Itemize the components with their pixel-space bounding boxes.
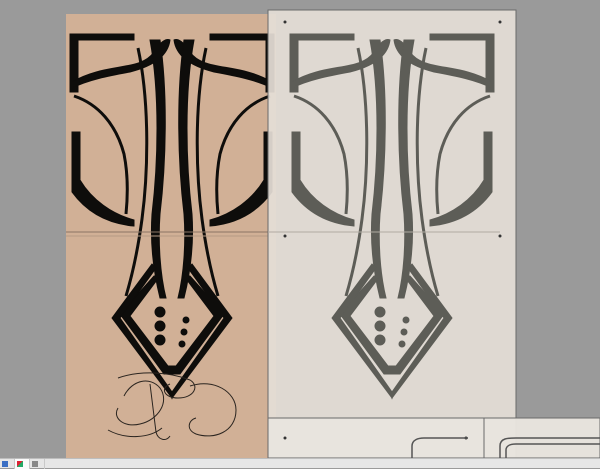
window-icon [32,460,38,467]
monogram-outline [107,372,237,440]
taskbar-item[interactable] [30,458,45,469]
taskbar-item[interactable] [15,458,30,469]
document-icon [17,460,23,467]
taskbar [0,458,600,469]
canvas-workspace[interactable] [0,0,600,458]
app-icon [2,460,8,467]
reference-stencil [68,32,276,400]
stencil-artwork [66,9,600,458]
taskbar-item[interactable] [0,458,15,469]
